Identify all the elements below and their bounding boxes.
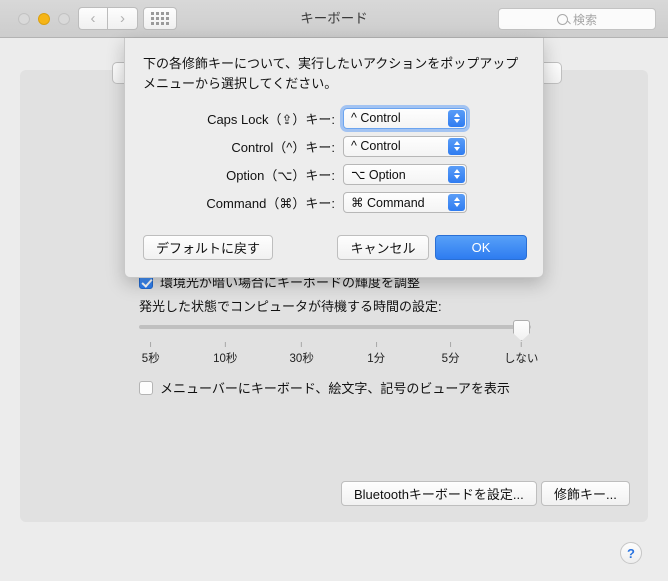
back-button[interactable]: ‹ (78, 7, 108, 30)
show-viewers-label: メニューバーにキーボード、絵文字、記号のビューアを表示 (160, 381, 510, 396)
modifier-row-control: Control（^）キー: ^ Control (125, 132, 545, 160)
window-toolbar: ‹ › キーボード 検索 (0, 0, 668, 38)
tick-mark (150, 342, 152, 347)
nav-buttons: ‹ › (78, 7, 138, 30)
grid-icon (151, 12, 169, 25)
tick-mark (224, 342, 226, 347)
chevron-updown-icon (448, 165, 465, 183)
control-label: Control（^）キー: (231, 139, 335, 155)
modifier-row-caps-lock: Caps Lock（⇪）キー: ^ Control (125, 104, 545, 132)
search-icon (556, 13, 568, 25)
command-popup-value: ⌘ Command (351, 195, 425, 210)
option-popup[interactable]: ⌥ Option (343, 163, 467, 185)
show-viewers-checkbox[interactable] (139, 380, 153, 395)
tick-mark (450, 342, 452, 347)
slider-tick: 30秒 (290, 342, 314, 366)
slider-ticks: 5秒 10秒 30秒 1分 5分 しない (139, 342, 538, 370)
slider-tick: 10秒 (213, 342, 237, 366)
tick-mark (301, 342, 303, 347)
restore-defaults-button[interactable]: デフォルトに戻す (143, 235, 274, 260)
slider-tick: 5秒 (142, 342, 160, 366)
slider-tick: 5分 (442, 342, 460, 366)
tick-mark (520, 342, 522, 347)
tick-label: 1分 (367, 353, 386, 365)
chevron-updown-icon (448, 193, 465, 211)
close-button-icon[interactable] (18, 13, 30, 25)
tick-label: 10秒 (213, 353, 238, 365)
sheet-description: 下の各修飾キーについて、実行したいアクションをポップアップメニューから選択してく… (143, 56, 519, 92)
slider-tick: しない (503, 342, 539, 366)
search-field[interactable]: 検索 (498, 8, 656, 30)
modifier-keys-button[interactable]: 修飾キー... (541, 481, 630, 506)
tick-label: しない (503, 353, 539, 365)
option-popup-value: ⌥ Option (351, 167, 406, 182)
tick-mark (375, 342, 377, 347)
command-popup[interactable]: ⌘ Command (343, 191, 467, 213)
caps-lock-label: Caps Lock（⇪）キー: (207, 111, 335, 127)
modifier-row-command: Command（⌘）キー: ⌘ Command (125, 188, 545, 216)
slider-thumb[interactable] (513, 320, 530, 341)
show-viewers-checkbox-row[interactable]: メニューバーにキーボード、絵文字、記号のビューアを表示 (139, 378, 510, 397)
control-popup[interactable]: ^ Control (343, 135, 467, 157)
sheet-button-bar: デフォルトに戻す キャンセル OK (125, 235, 545, 261)
cancel-button[interactable]: キャンセル (337, 235, 429, 260)
modifier-keys-sheet: 下の各修飾キーについて、実行したいアクションをポップアップメニューから選択してく… (124, 38, 544, 278)
minimize-button-icon[interactable] (38, 13, 50, 25)
setup-bluetooth-keyboard-button[interactable]: Bluetoothキーボードを設定... (341, 481, 537, 506)
traffic-lights (18, 13, 70, 25)
show-all-button[interactable] (143, 7, 177, 30)
forward-button[interactable]: › (108, 7, 138, 30)
option-label: Option（⌥）キー: (226, 167, 335, 183)
command-label: Command（⌘）キー: (206, 195, 335, 211)
tick-label: 30秒 (289, 353, 314, 365)
tick-label: 5分 (441, 353, 460, 365)
modifier-row-option: Option（⌥）キー: ⌥ Option (125, 160, 545, 188)
ok-button[interactable]: OK (435, 235, 527, 260)
caps-lock-popup-value: ^ Control (351, 111, 401, 125)
help-button[interactable]: ? (620, 542, 642, 564)
control-popup-value: ^ Control (351, 139, 401, 153)
slider-track[interactable] (139, 325, 531, 329)
chevron-updown-icon (448, 109, 465, 127)
keyboard-backlight-timeout-label: 発光した状態でコンピュータが待機する時間の設定: (139, 299, 442, 314)
keyboard-preferences-window: 環境光が暗い場合にキーボードの輝度を調整 発光した状態でコンピュータが待機する時… (0, 0, 668, 581)
modifier-rows: Caps Lock（⇪）キー: ^ Control Control（^）キー: … (125, 104, 545, 216)
tick-label: 5秒 (141, 353, 160, 365)
search-placeholder: 検索 (572, 12, 597, 27)
chevron-updown-icon (448, 137, 465, 155)
slider-tick: 1分 (367, 342, 385, 366)
caps-lock-popup[interactable]: ^ Control (340, 104, 470, 132)
zoom-button-icon[interactable] (58, 13, 70, 25)
